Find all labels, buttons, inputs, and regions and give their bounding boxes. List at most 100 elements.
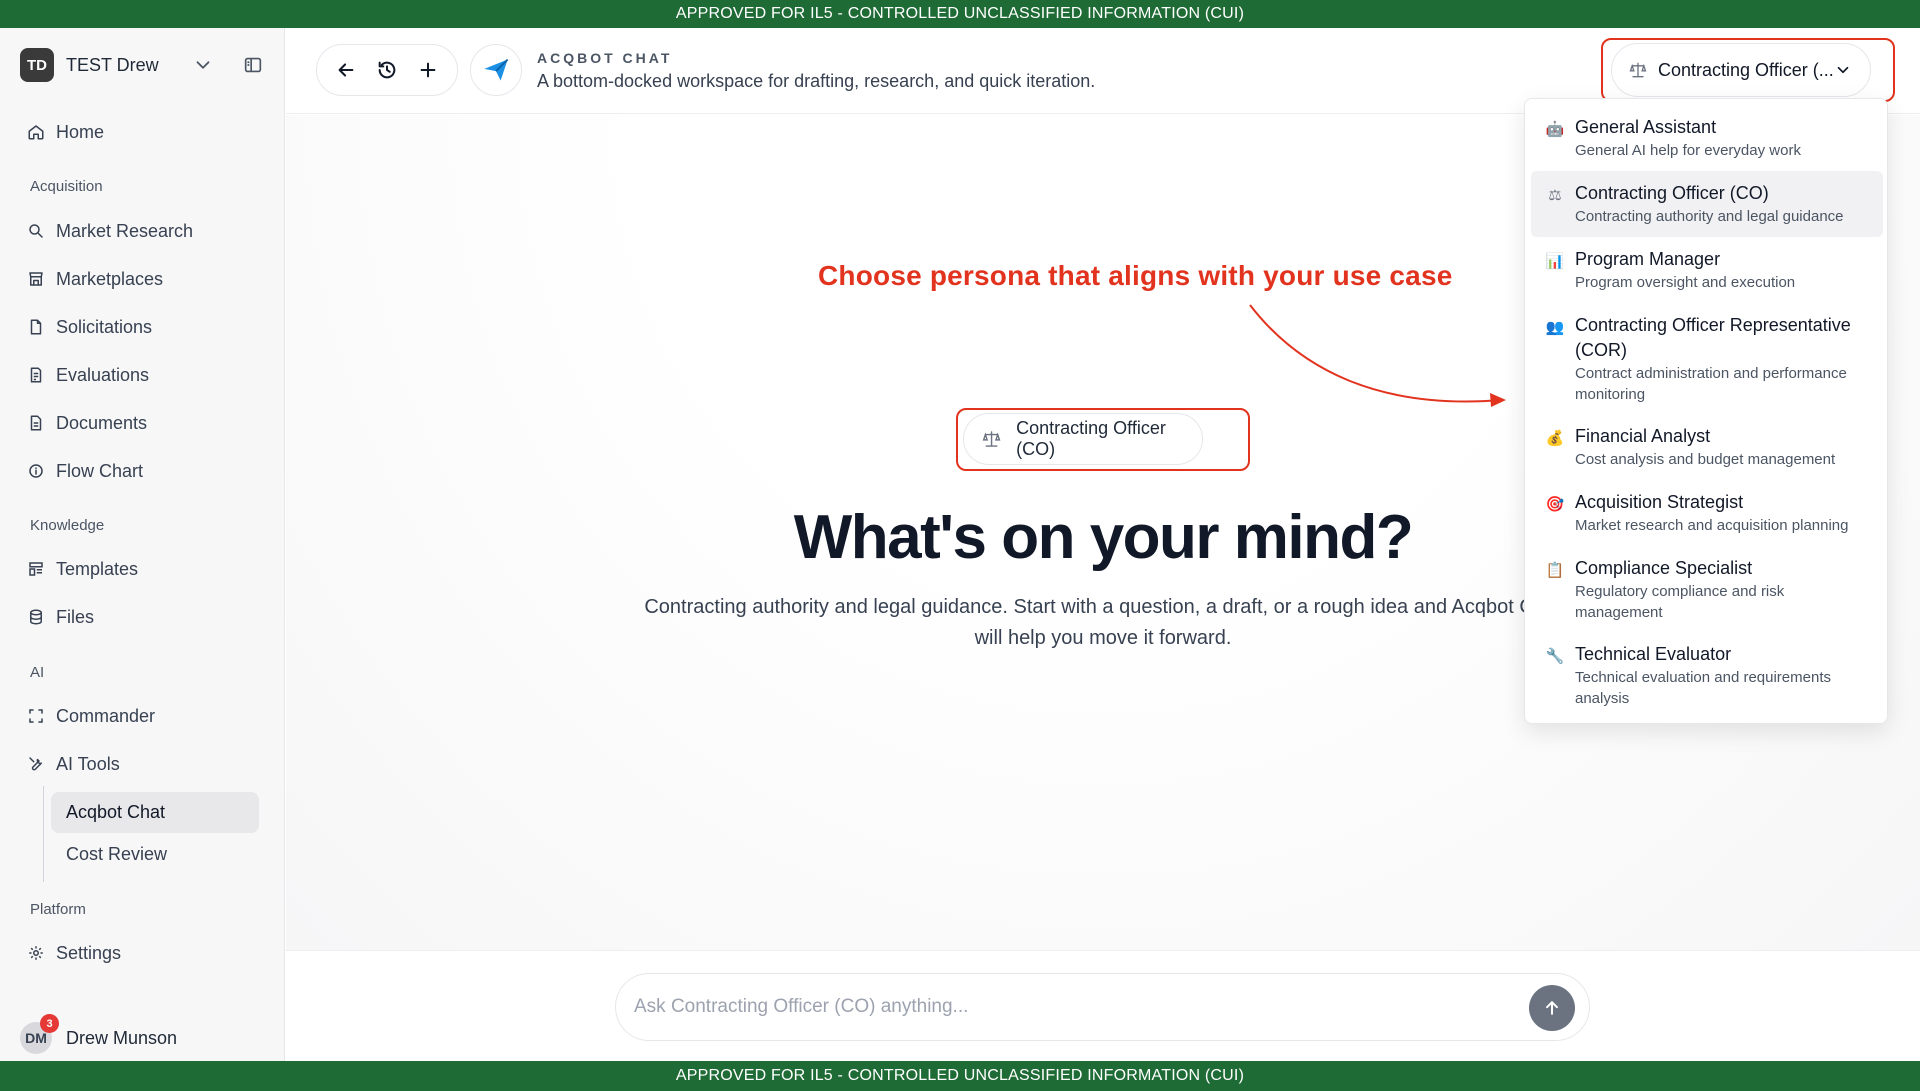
user-name: Drew Munson — [66, 1027, 178, 1048]
persona-option-subtitle: Contract administration and performance … — [1575, 365, 1847, 403]
chat-composer — [615, 973, 1590, 1041]
sidebar-item-label: Settings — [56, 942, 122, 963]
annotation-arrow — [1249, 304, 1506, 407]
persona-option-title: Acquisition Strategist — [1575, 492, 1744, 512]
persona-option-subtitle: Program oversight and execution — [1575, 274, 1796, 291]
sidebar-item-label: Market Research — [56, 220, 194, 241]
sidebar-item-settings[interactable]: Settings — [20, 933, 260, 973]
sidebar-subitem-acqbot-chat[interactable]: Acqbot Chat — [51, 792, 259, 833]
chevron-down-icon[interactable] — [192, 54, 214, 76]
target-icon: 🎯 — [1545, 496, 1565, 513]
section-label-acquisition: Acquisition — [30, 178, 103, 195]
app-description: A bottom-docked workspace for drafting, … — [537, 71, 1096, 91]
persona-option-subtitle: Technical evaluation and requirements an… — [1575, 669, 1831, 707]
persona-option-subtitle: Contracting authority and legal guidance — [1575, 208, 1844, 225]
sidebar-item-files[interactable]: Files — [20, 597, 260, 637]
persona-option-subtitle: General AI help for everyday work — [1575, 142, 1801, 159]
chat-input[interactable] — [634, 974, 1514, 1040]
scales-icon — [982, 431, 1001, 447]
persona-option-title: Financial Analyst — [1575, 426, 1711, 446]
persona-option-acquisition-strategist[interactable]: 🎯 Acquisition Strategist Market research… — [1531, 480, 1883, 546]
acqbot-logo — [470, 44, 522, 96]
sidebar-item-label: Commander — [56, 705, 156, 726]
section-label-platform: Platform — [30, 901, 86, 918]
back-button[interactable] — [331, 55, 361, 85]
sidebar-item-label: Flow Chart — [56, 460, 144, 481]
top-classification-banner: APPROVED FOR IL5 - CONTROLLED UNCLASSIFI… — [0, 0, 1920, 28]
persona-option-financial-analyst[interactable]: 💰 Financial Analyst Cost analysis and bu… — [1531, 414, 1883, 480]
sidebar-item-label: Documents — [56, 412, 148, 433]
avatar-initials: DM — [25, 1030, 47, 1046]
notification-badge: 3 — [40, 1014, 59, 1033]
sidebar-item-home[interactable]: Home — [20, 112, 260, 152]
persona-pill-label: Contracting Officer (CO) — [1016, 418, 1166, 459]
persona-select-value: Contracting Officer (... — [1658, 59, 1834, 80]
history-icon — [378, 61, 396, 79]
document-icon — [20, 316, 56, 338]
clipboard-icon: 📋 — [1545, 562, 1565, 579]
sidebar-item-flow-chart[interactable]: Flow Chart — [20, 451, 260, 491]
chart-icon: 📊 — [1545, 253, 1565, 270]
header-action-group — [316, 44, 458, 96]
persona-option-subtitle: Market research and acquisition planning — [1575, 517, 1849, 534]
sidebar-item-label: AI Tools — [56, 753, 120, 774]
sidebar-item-label: Solicitations — [56, 316, 153, 337]
persona-option-subtitle: Regulatory compliance and risk managemen… — [1575, 583, 1785, 621]
section-label-ai: AI — [30, 664, 45, 681]
send-button[interactable] — [1529, 985, 1575, 1031]
scales-icon — [1629, 62, 1647, 78]
paper-plane-icon — [484, 58, 509, 81]
sidebar-item-commander[interactable]: Commander — [20, 696, 260, 736]
new-chat-button[interactable] — [413, 55, 443, 85]
sidebar-item-label: Templates — [56, 558, 139, 579]
persona-select[interactable]: Contracting Officer (... — [1611, 43, 1871, 97]
persona-option-title: Program Manager — [1575, 249, 1721, 269]
persona-pill[interactable]: Contracting Officer (CO) — [963, 413, 1203, 465]
persona-dropdown-menu: 🤖 General Assistant General AI help for … — [1524, 98, 1888, 724]
bottom-classification-banner: APPROVED FOR IL5 - CONTROLLED UNCLASSIFI… — [0, 1061, 1920, 1091]
composer-area — [286, 950, 1920, 1061]
persona-option-compliance-specialist[interactable]: 📋 Compliance Specialist Regulatory compl… — [1531, 546, 1883, 633]
persona-option-title: Compliance Specialist — [1575, 558, 1753, 578]
persona-option-technical-evaluator[interactable]: 🔧 Technical Evaluator Technical evaluati… — [1531, 632, 1883, 719]
app-kicker: ACQBOT CHAT — [537, 50, 673, 66]
tools-icon — [20, 753, 56, 775]
user-profile[interactable]: DM 3 Drew Munson — [20, 1014, 260, 1058]
sidebar-item-marketplaces[interactable]: Marketplaces — [20, 259, 260, 299]
persona-option-title: General Assistant — [1575, 117, 1717, 137]
sidebar-item-label: Evaluations — [56, 364, 150, 385]
sidebar-item-label: Home — [56, 121, 105, 142]
frame-icon — [20, 705, 56, 727]
sidebar-item-label: Marketplaces — [56, 268, 164, 289]
persona-option-general-assistant[interactable]: 🤖 General Assistant General AI help for … — [1531, 105, 1883, 171]
toggle-sidebar-icon[interactable] — [242, 54, 264, 76]
sidebar-item-evaluations[interactable]: Evaluations — [20, 355, 260, 395]
search-icon — [20, 220, 56, 242]
templates-icon — [20, 558, 56, 580]
chevron-down-icon — [1837, 66, 1849, 74]
home-icon — [20, 121, 56, 143]
sidebar-item-market-research[interactable]: Market Research — [20, 211, 260, 251]
arrow-left-icon — [338, 63, 354, 77]
money-bag-icon: 💰 — [1545, 430, 1565, 447]
workspace-badge: TD — [20, 48, 54, 82]
persona-option-program-manager[interactable]: 📊 Program Manager Program oversight and … — [1531, 237, 1883, 303]
sidebar-item-templates[interactable]: Templates — [20, 549, 260, 589]
history-button[interactable] — [372, 55, 402, 85]
database-icon — [20, 606, 56, 628]
sidebar-item-ai-tools[interactable]: AI Tools — [20, 744, 260, 784]
section-label-knowledge: Knowledge — [30, 517, 105, 534]
persona-option-contracting-officer[interactable]: ⚖ Contracting Officer (CO) Contracting a… — [1531, 171, 1883, 237]
persona-option-subtitle: Cost analysis and budget management — [1575, 451, 1836, 468]
sidebar-item-documents[interactable]: Documents — [20, 403, 260, 443]
robot-icon: 🤖 — [1545, 121, 1565, 138]
sidebar-item-solicitations[interactable]: Solicitations — [20, 307, 260, 347]
persona-option-cor[interactable]: 👥 Contracting Officer Representative (CO… — [1531, 303, 1883, 415]
sidebar-subitem-cost-review[interactable]: Cost Review — [51, 834, 259, 875]
main-subheadline: Contracting authority and legal guidance… — [644, 596, 1562, 649]
workspace-switcher[interactable]: TD TEST Drew — [20, 46, 270, 84]
workspace-name: TEST Drew — [66, 54, 159, 75]
persona-option-title: Technical Evaluator — [1575, 644, 1732, 664]
persona-option-title: Contracting Officer Representative (COR) — [1575, 315, 1851, 360]
sidebar: TD TEST Drew Home Acquisition Market Res… — [0, 28, 285, 1061]
